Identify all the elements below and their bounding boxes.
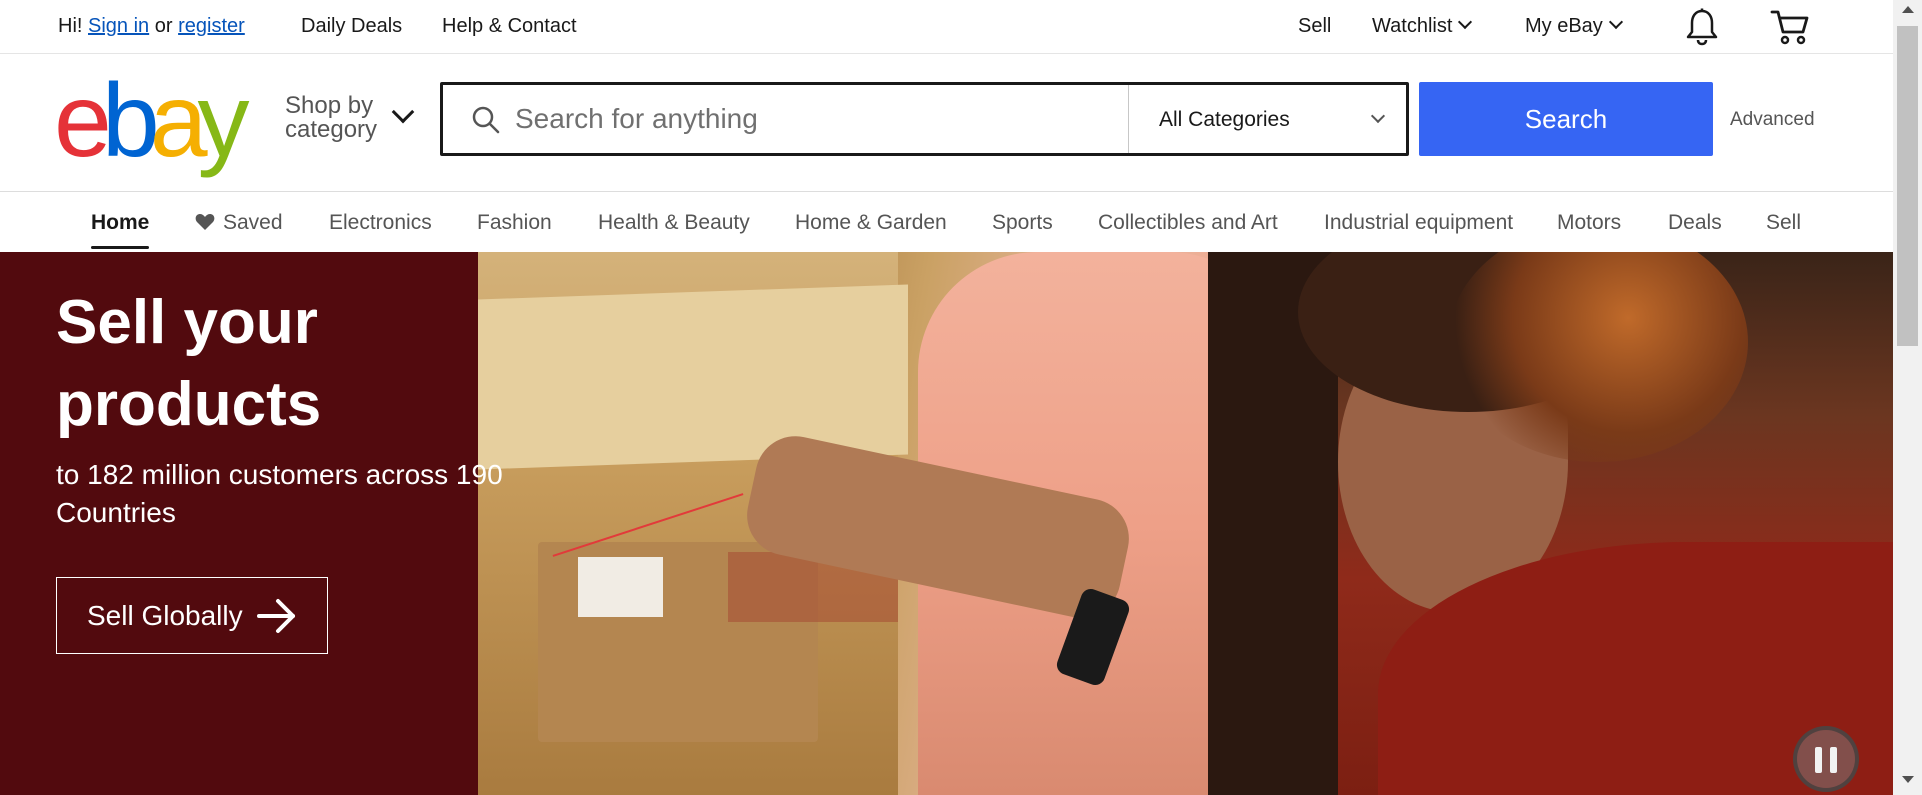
top-utility-bar: Hi! Sign in or register Daily Deals Help… [0, 0, 1893, 54]
nav-item-saved[interactable]: Saved [195, 211, 283, 235]
search-icon [472, 106, 500, 134]
chevron-down-icon[interactable] [391, 100, 415, 124]
cart-icon[interactable] [1770, 8, 1810, 46]
chevron-down-icon [1458, 14, 1473, 30]
register-link[interactable]: register [178, 15, 245, 37]
nav-item-home-garden[interactable]: Home & Garden [795, 211, 947, 235]
scroll-up-arrow-icon[interactable] [1902, 6, 1914, 13]
ebay-logo[interactable]: ebay [54, 63, 250, 179]
nav-item-deals[interactable]: Deals [1668, 211, 1722, 235]
shop-by-category-button[interactable]: Shop by category [285, 94, 377, 142]
pause-icon [1830, 747, 1837, 773]
nav-item-motors[interactable]: Motors [1557, 211, 1621, 235]
logo-letter-y: y [197, 63, 250, 179]
chevron-down-icon [1608, 14, 1623, 30]
category-select[interactable]: All Categories [1159, 108, 1290, 132]
arrow-right-icon [257, 599, 295, 633]
nav-item-collectibles-art[interactable]: Collectibles and Art [1098, 211, 1278, 235]
nav-item-label: Saved [223, 211, 283, 234]
chevron-down-icon[interactable] [1370, 108, 1386, 124]
search-button[interactable]: Search [1419, 82, 1713, 156]
shop-by-label: Shop by [285, 92, 374, 119]
nav-item-electronics[interactable]: Electronics [329, 211, 432, 235]
search-input[interactable] [515, 85, 1115, 153]
main-header: ebay Shop by category All Categories Sea… [0, 54, 1893, 192]
watchlist-label: Watchlist [1372, 15, 1453, 37]
watchlist-menu[interactable]: Watchlist [1372, 14, 1473, 38]
pause-icon [1815, 747, 1822, 773]
sell-globally-label: Sell Globally [87, 599, 243, 631]
nav-item-fashion[interactable]: Fashion [477, 211, 552, 235]
nav-item-home[interactable]: Home [91, 211, 149, 235]
or-text: or [154, 15, 173, 37]
vertical-scrollbar[interactable] [1893, 0, 1922, 795]
divider [1128, 85, 1129, 153]
pause-carousel-button[interactable] [1793, 726, 1859, 792]
hero-subtitle: to 182 million customers across 190 Coun… [56, 459, 503, 528]
scroll-down-arrow-icon[interactable] [1902, 776, 1914, 783]
nav-item-sports[interactable]: Sports [992, 211, 1053, 235]
heart-icon [195, 213, 215, 230]
category-label: category [285, 116, 378, 143]
hero-title: Sell your products [56, 282, 321, 446]
nav-item-industrial-equipment[interactable]: Industrial equipment [1324, 211, 1513, 235]
sell-globally-button[interactable]: Sell Globally [56, 577, 328, 654]
logo-letter-a: a [149, 63, 208, 179]
sell-link[interactable]: Sell [1298, 15, 1331, 38]
advanced-search-link[interactable]: Advanced [1730, 109, 1815, 131]
hero-title-line2: products [56, 370, 322, 439]
daily-deals-link[interactable]: Daily Deals [301, 15, 402, 38]
logo-letter-b: b [101, 63, 160, 179]
help-contact-link[interactable]: Help & Contact [442, 15, 577, 38]
bell-icon[interactable] [1685, 8, 1719, 46]
greeting-text: Hi! [58, 15, 83, 37]
scroll-thumb[interactable] [1897, 26, 1918, 346]
category-nav: Home Saved Electronics Fashion Health & … [0, 192, 1893, 252]
active-tab-indicator [91, 246, 149, 249]
my-ebay-menu[interactable]: My eBay [1525, 14, 1623, 38]
search-bar: All Categories [440, 82, 1409, 156]
hero-banner[interactable]: Sell your products to 182 million custom… [0, 252, 1893, 795]
hero-title-line1: Sell your [56, 288, 318, 357]
nav-item-sell[interactable]: Sell [1766, 211, 1801, 235]
nav-item-health-beauty[interactable]: Health & Beauty [598, 211, 750, 235]
my-ebay-label: My eBay [1525, 15, 1603, 37]
sign-in-link[interactable]: Sign in [88, 15, 149, 37]
logo-letter-e: e [54, 63, 112, 179]
greeting: Hi! Sign in or register [58, 15, 245, 38]
hero-photo [478, 252, 1893, 795]
